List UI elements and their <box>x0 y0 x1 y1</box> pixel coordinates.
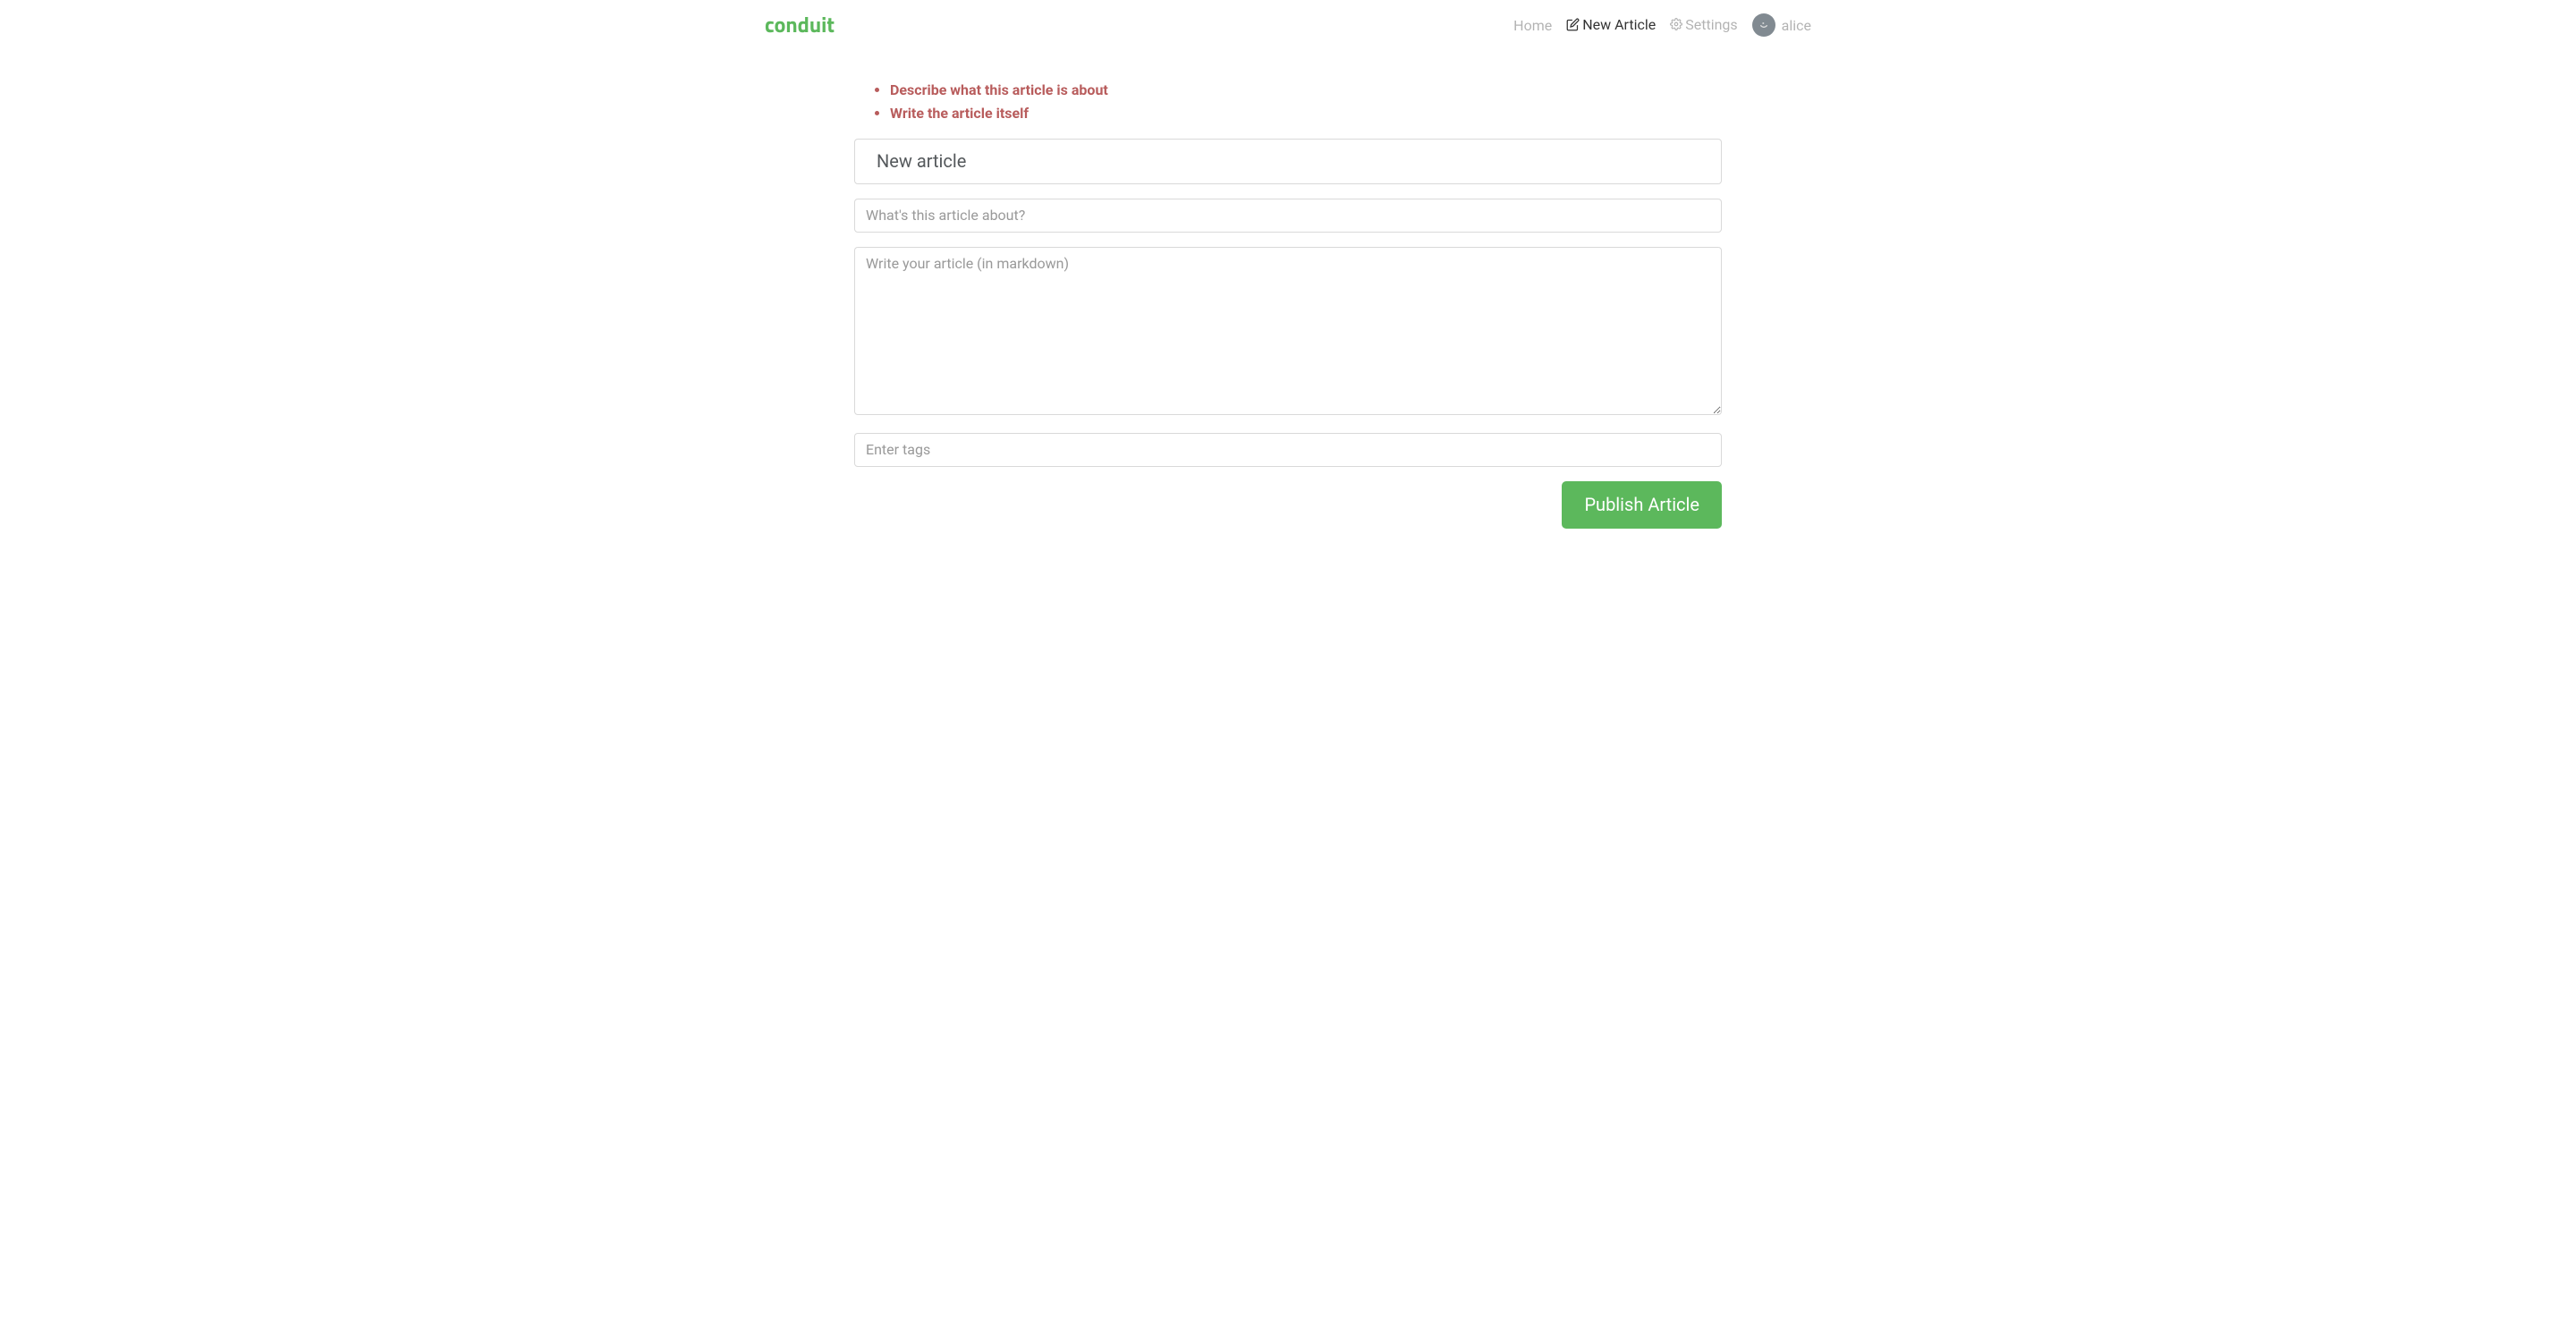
nav-list: Home New Article <box>1513 13 1811 37</box>
compose-icon <box>1566 18 1580 31</box>
nav-home[interactable]: Home <box>1513 17 1552 34</box>
article-title-input[interactable] <box>854 139 1722 184</box>
error-item: Describe what this article is about <box>890 79 1722 102</box>
editor-page: Describe what this article is about Writ… <box>854 50 1722 529</box>
nav-username: alice <box>1782 17 1811 34</box>
article-tags-input[interactable] <box>854 433 1722 467</box>
article-form: Publish Article <box>854 139 1722 529</box>
nav-settings[interactable]: Settings <box>1670 16 1737 33</box>
nav-settings-label: Settings <box>1685 16 1737 33</box>
nav-profile[interactable]: alice <box>1752 13 1811 37</box>
navbar: conduit Home New Article <box>765 0 1811 50</box>
brand-logo[interactable]: conduit <box>765 9 835 41</box>
article-about-input[interactable] <box>854 199 1722 233</box>
avatar <box>1752 13 1775 37</box>
article-body-textarea[interactable] <box>854 247 1722 415</box>
gear-icon <box>1670 18 1682 30</box>
publish-button[interactable]: Publish Article <box>1562 481 1722 529</box>
nav-new-article-label: New Article <box>1582 16 1656 33</box>
nav-new-article[interactable]: New Article <box>1566 16 1656 33</box>
error-item: Write the article itself <box>890 102 1722 125</box>
error-messages: Describe what this article is about Writ… <box>854 79 1722 124</box>
